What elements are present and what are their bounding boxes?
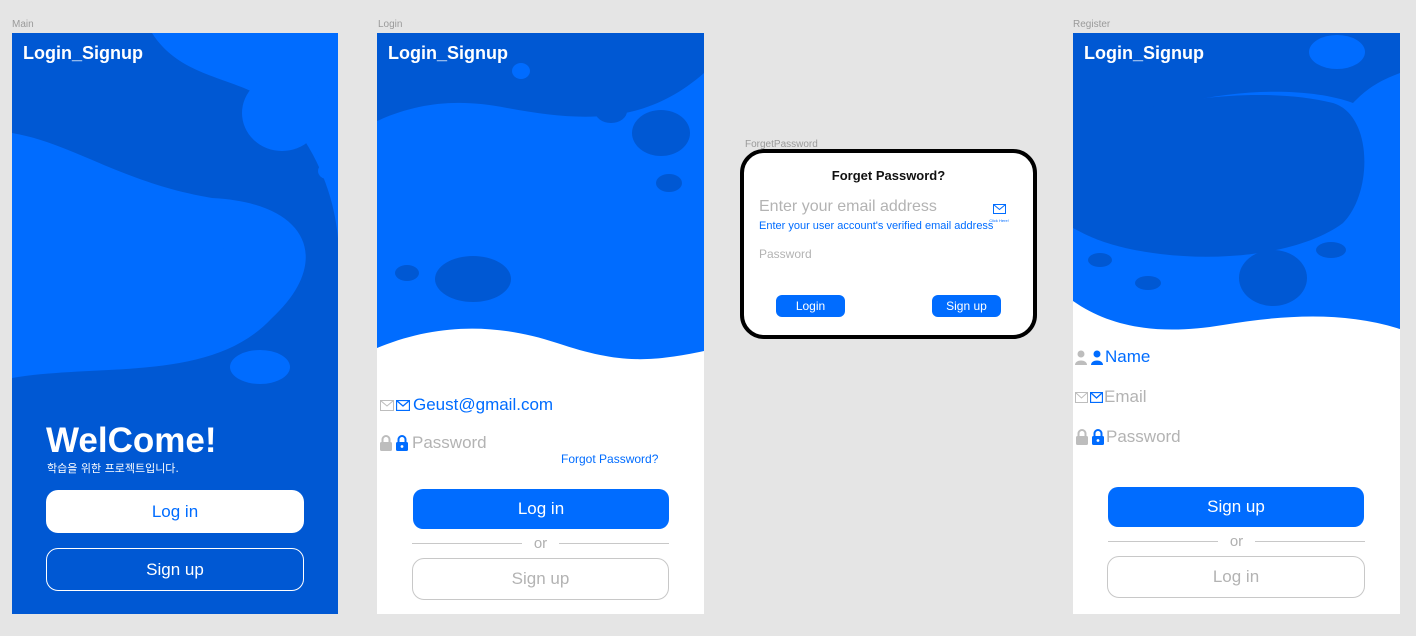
user-icon xyxy=(1091,350,1103,365)
forget-password-dialog: Forget Password? Enter your email addres… xyxy=(740,149,1037,339)
mail-icon-gray xyxy=(380,399,394,411)
login-button[interactable]: Login xyxy=(776,295,845,317)
register-screen: Login_Signup Name Email Password Sign up… xyxy=(1073,33,1400,614)
name-label: Name xyxy=(1105,347,1151,366)
name-field[interactable]: Name xyxy=(1075,347,1150,367)
main-screen: Login_Signup WelCome! 학습을 위한 프로젝트입니다. Lo… xyxy=(12,33,338,614)
email-input[interactable]: Enter your email address xyxy=(759,198,937,216)
password-field[interactable]: Password xyxy=(1075,427,1181,447)
login-button[interactable]: Log in xyxy=(1107,556,1365,598)
lock-icon-gray xyxy=(1076,429,1088,445)
lock-icon xyxy=(396,435,408,451)
forgot-password-link[interactable]: Forgot Password? xyxy=(561,452,658,466)
lock-icon xyxy=(1092,429,1104,445)
app-title: Login_Signup xyxy=(1084,43,1204,63)
login-button[interactable]: Log in xyxy=(46,490,304,533)
signup-button[interactable]: Sign up xyxy=(1108,487,1364,527)
signup-button[interactable]: Sign up xyxy=(932,295,1001,317)
or-text: or xyxy=(1229,533,1244,550)
welcome-heading: WelCome! xyxy=(46,421,217,460)
forget-heading: Forget Password? xyxy=(831,168,946,183)
password-input[interactable]: Password xyxy=(759,247,812,261)
signup-button[interactable]: Sign up xyxy=(412,558,669,600)
password-placeholder: Password xyxy=(1106,427,1181,446)
email-field[interactable]: Email xyxy=(1075,387,1147,407)
mail-icon xyxy=(396,399,410,411)
frame-label-main: Main xyxy=(12,19,34,30)
mail-icon-gray xyxy=(1075,391,1088,403)
app-title: Login_Signup xyxy=(388,43,508,63)
mail-icon xyxy=(1090,391,1103,403)
login-button[interactable]: Log in xyxy=(413,489,669,529)
welcome-subtitle: 학습을 위한 프로젝트입니다. xyxy=(47,462,179,475)
user-icon-gray xyxy=(1075,350,1087,365)
mail-icon xyxy=(992,204,1006,214)
or-divider: or xyxy=(1108,533,1365,550)
or-text: or xyxy=(533,535,548,552)
signup-button[interactable]: Sign up xyxy=(46,548,304,591)
frame-label-register: Register xyxy=(1073,19,1111,30)
email-value: Geust@gmail.com xyxy=(413,395,554,414)
or-divider: or xyxy=(412,535,669,552)
email-placeholder: Email xyxy=(1104,387,1147,406)
email-field[interactable]: Geust@gmail.com xyxy=(380,395,553,415)
lock-icon-gray xyxy=(380,435,392,451)
password-placeholder: Password xyxy=(412,433,487,452)
app-title: Login_Signup xyxy=(23,43,143,63)
login-screen: Login_Signup Geust@gmail.com Password Fo… xyxy=(377,33,704,614)
email-helper-text: Enter your user account's verified email… xyxy=(759,220,994,232)
frame-label-login: Login xyxy=(378,19,403,30)
password-field[interactable]: Password xyxy=(379,433,487,453)
